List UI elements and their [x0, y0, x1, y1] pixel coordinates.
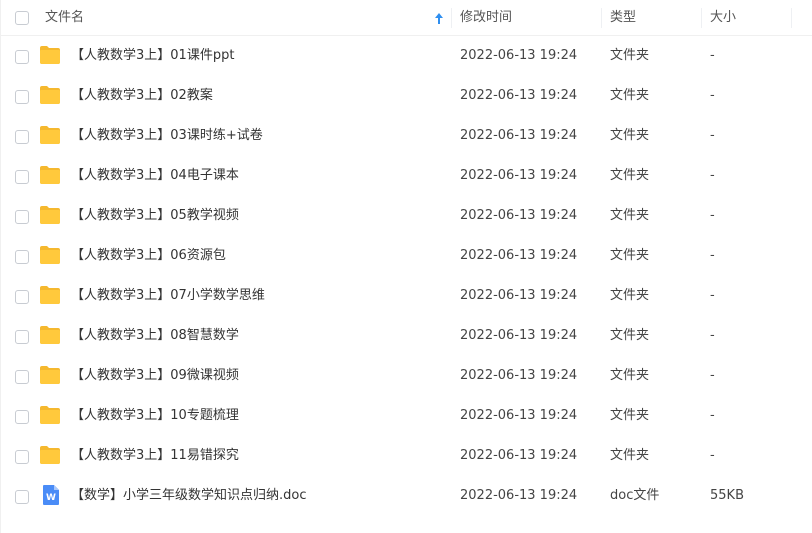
folder-icon[interactable]: [39, 165, 61, 185]
row-checkbox[interactable]: [15, 250, 29, 264]
file-size: -: [710, 288, 715, 303]
file-row[interactable]: 【人教数学3上】06资源包 2022-06-13 19:24 文件夹 -: [1, 236, 812, 276]
file-type: 文件夹: [610, 248, 650, 263]
file-modified-time: 2022-06-13 19:24: [460, 328, 578, 343]
column-divider: [791, 8, 792, 28]
file-modified-time: 2022-06-13 19:24: [460, 88, 578, 103]
column-header-name[interactable]: 文件名: [45, 0, 451, 36]
file-modified-time: 2022-06-13 19:24: [460, 288, 578, 303]
file-name-link[interactable]: 【人教数学3上】06资源包: [71, 236, 226, 276]
file-type: 文件夹: [610, 88, 650, 103]
file-name-link[interactable]: 【人教数学3上】05教学视频: [71, 196, 239, 236]
file-name-link[interactable]: 【人教数学3上】10专题梳理: [71, 396, 239, 436]
file-row[interactable]: 【人教数学3上】01课件ppt 2022-06-13 19:24 文件夹 -: [1, 36, 812, 76]
file-modified-time: 2022-06-13 19:24: [460, 368, 578, 383]
arrow-up-icon[interactable]: [435, 13, 443, 24]
column-header-mtime[interactable]: 修改时间: [460, 0, 512, 36]
folder-icon[interactable]: [39, 85, 61, 105]
row-checkbox[interactable]: [15, 210, 29, 224]
word-doc-icon[interactable]: W: [40, 484, 62, 505]
file-name-link[interactable]: 【数学】小学三年级数学知识点归纳.doc: [71, 476, 307, 516]
file-modified-time: 2022-06-13 19:24: [460, 488, 578, 503]
file-modified-time: 2022-06-13 19:24: [460, 248, 578, 263]
folder-icon[interactable]: [39, 245, 61, 265]
file-type: 文件夹: [610, 48, 650, 63]
file-rows: 【人教数学3上】01课件ppt 2022-06-13 19:24 文件夹 - 【人教数学…: [1, 36, 812, 516]
row-checkbox[interactable]: [15, 290, 29, 304]
file-size: -: [710, 88, 715, 103]
row-checkbox[interactable]: [15, 410, 29, 424]
file-type: doc文件: [610, 488, 660, 503]
file-size: -: [710, 328, 715, 343]
column-divider: [601, 8, 602, 28]
folder-icon[interactable]: [39, 365, 61, 385]
column-header-type[interactable]: 类型: [610, 0, 636, 36]
file-row[interactable]: 【人教数学3上】11易错探究 2022-06-13 19:24 文件夹 -: [1, 436, 812, 476]
row-checkbox[interactable]: [15, 170, 29, 184]
folder-icon[interactable]: [39, 325, 61, 345]
folder-icon[interactable]: [39, 445, 61, 465]
file-name-link[interactable]: 【人教数学3上】02教案: [71, 76, 213, 116]
file-size: -: [710, 208, 715, 223]
select-all-checkbox[interactable]: [15, 11, 29, 25]
file-size: -: [710, 248, 715, 263]
svg-text:W: W: [46, 493, 56, 503]
file-name-link[interactable]: 【人教数学3上】07小学数学思维: [71, 276, 265, 316]
file-type: 文件夹: [610, 448, 650, 463]
file-row[interactable]: 【人教数学3上】03课时练+试卷 2022-06-13 19:24 文件夹 -: [1, 116, 812, 156]
folder-icon[interactable]: [39, 205, 61, 225]
file-type: 文件夹: [610, 168, 650, 183]
file-modified-time: 2022-06-13 19:24: [460, 408, 578, 423]
file-row[interactable]: 【人教数学3上】09微课视频 2022-06-13 19:24 文件夹 -: [1, 356, 812, 396]
file-modified-time: 2022-06-13 19:24: [460, 128, 578, 143]
file-name-link[interactable]: 【人教数学3上】01课件ppt: [71, 36, 234, 76]
folder-icon[interactable]: [39, 45, 61, 65]
file-size: -: [710, 128, 715, 143]
file-size: -: [710, 448, 715, 463]
file-modified-time: 2022-06-13 19:24: [460, 48, 578, 63]
row-checkbox[interactable]: [15, 330, 29, 344]
row-checkbox[interactable]: [15, 130, 29, 144]
column-divider: [701, 8, 702, 28]
file-row[interactable]: 【人教数学3上】05教学视频 2022-06-13 19:24 文件夹 -: [1, 196, 812, 236]
file-row[interactable]: 【人教数学3上】04电子课本 2022-06-13 19:24 文件夹 -: [1, 156, 812, 196]
folder-icon[interactable]: [39, 125, 61, 145]
file-name-link[interactable]: 【人教数学3上】04电子课本: [71, 156, 239, 196]
file-size: -: [710, 48, 715, 63]
row-checkbox[interactable]: [15, 450, 29, 464]
folder-icon[interactable]: [39, 285, 61, 305]
file-name-link[interactable]: 【人教数学3上】09微课视频: [71, 356, 239, 396]
file-size: -: [710, 408, 715, 423]
file-row[interactable]: 【人教数学3上】10专题梳理 2022-06-13 19:24 文件夹 -: [1, 396, 812, 436]
file-type: 文件夹: [610, 368, 650, 383]
file-modified-time: 2022-06-13 19:24: [460, 168, 578, 183]
file-row[interactable]: 【人教数学3上】02教案 2022-06-13 19:24 文件夹 -: [1, 76, 812, 116]
file-type: 文件夹: [610, 128, 650, 143]
column-header-size[interactable]: 大小: [710, 0, 736, 36]
file-type: 文件夹: [610, 408, 650, 423]
file-type: 文件夹: [610, 328, 650, 343]
file-modified-time: 2022-06-13 19:24: [460, 448, 578, 463]
row-checkbox[interactable]: [15, 370, 29, 384]
column-divider: [451, 8, 452, 28]
row-checkbox[interactable]: [15, 490, 29, 504]
folder-icon[interactable]: [39, 405, 61, 425]
file-list-panel: 文件名 修改时间 类型 大小 【人教数学3上】01课件ppt 2022-06-13…: [0, 0, 812, 533]
file-type: 文件夹: [610, 208, 650, 223]
file-type: 文件夹: [610, 288, 650, 303]
file-size: -: [710, 168, 715, 183]
file-list-header: 文件名 修改时间 类型 大小: [1, 0, 812, 36]
file-name-link[interactable]: 【人教数学3上】11易错探究: [71, 436, 239, 476]
file-row[interactable]: 【人教数学3上】07小学数学思维 2022-06-13 19:24 文件夹 -: [1, 276, 812, 316]
file-size: 55KB: [710, 488, 744, 503]
row-checkbox[interactable]: [15, 90, 29, 104]
file-name-link[interactable]: 【人教数学3上】03课时练+试卷: [71, 116, 263, 156]
file-size: -: [710, 368, 715, 383]
file-name-link[interactable]: 【人教数学3上】08智慧数学: [71, 316, 239, 356]
file-row[interactable]: W 【数学】小学三年级数学知识点归纳.doc 2022-06-13 19:24 doc…: [1, 476, 812, 516]
row-checkbox[interactable]: [15, 50, 29, 64]
file-modified-time: 2022-06-13 19:24: [460, 208, 578, 223]
file-row[interactable]: 【人教数学3上】08智慧数学 2022-06-13 19:24 文件夹 -: [1, 316, 812, 356]
